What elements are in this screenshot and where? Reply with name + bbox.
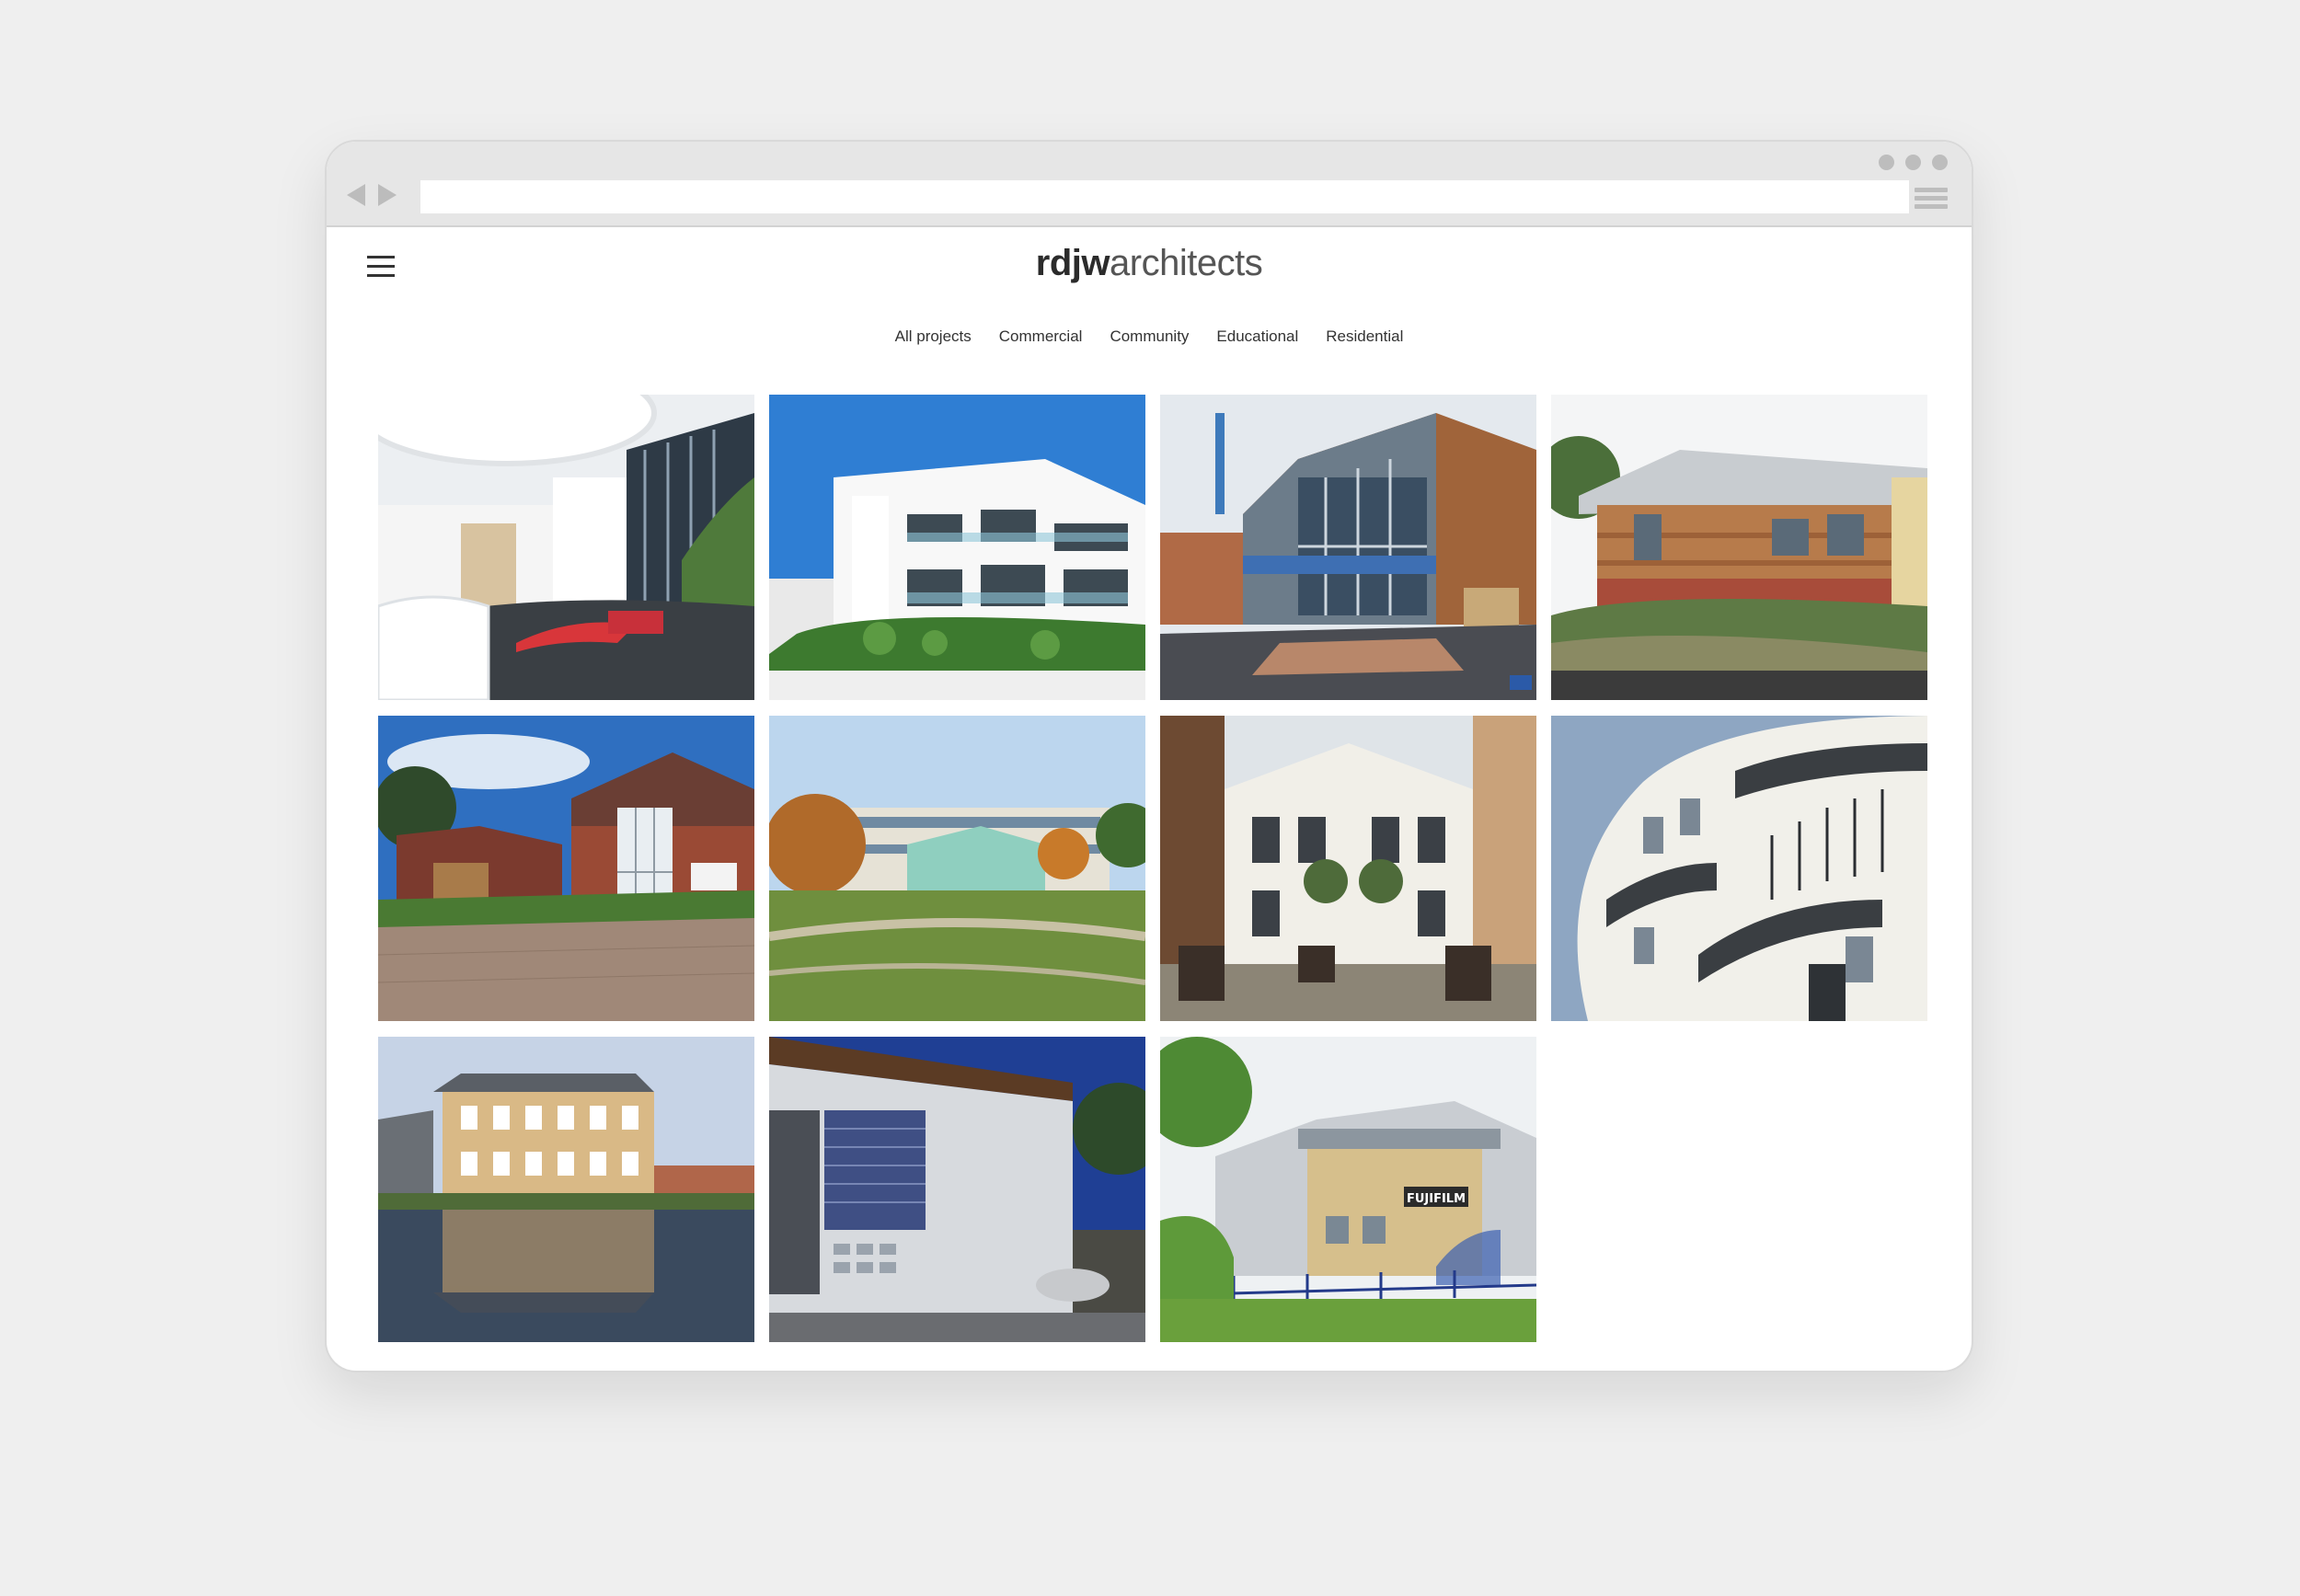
fujifilm-sign-text: FUJIFILM (1407, 1192, 1466, 1206)
white-apartments-image (769, 395, 1145, 700)
back-arrow-icon[interactable] (347, 184, 365, 206)
browser-chrome (327, 142, 1972, 227)
filter-educational[interactable]: Educational (1216, 327, 1298, 346)
nav-arrows (347, 184, 397, 206)
community-centre-image (1160, 395, 1536, 700)
filter-residential[interactable]: Residential (1326, 327, 1403, 346)
project-tile-white-apartments[interactable] (769, 395, 1145, 700)
project-tile-fujifilm-building[interactable]: FUJIFILM (1160, 1037, 1536, 1342)
project-tile-school-park[interactable] (769, 716, 1145, 1021)
project-grid: FUJIFILM (378, 395, 1927, 1342)
project-tile-timber-building[interactable] (1551, 395, 1927, 700)
project-filters: All projects Commercial Community Educat… (327, 327, 1972, 346)
courtyard-facade-image (1160, 716, 1536, 1021)
interior-lobby-image (378, 395, 754, 700)
browser-window: rdjwarchitects All projects Commercial C… (325, 140, 1973, 1372)
project-tile-industrial-unit[interactable] (769, 1037, 1145, 1342)
window-controls (1879, 155, 1948, 170)
address-bar[interactable] (420, 180, 1909, 213)
filter-commercial[interactable]: Commercial (999, 327, 1083, 346)
filter-all-projects[interactable]: All projects (895, 327, 972, 346)
filter-community[interactable]: Community (1110, 327, 1189, 346)
window-dot-icon[interactable] (1879, 155, 1894, 170)
browser-menu-icon[interactable] (1915, 188, 1948, 212)
project-tile-curved-terrace[interactable] (1551, 716, 1927, 1021)
curved-terrace-image (1551, 716, 1927, 1021)
timber-building-image (1551, 395, 1927, 700)
window-dot-icon[interactable] (1932, 155, 1948, 170)
riverside-office-image (378, 1037, 754, 1342)
fujifilm-building-image: FUJIFILM (1160, 1037, 1536, 1342)
school-park-image (769, 716, 1145, 1021)
site-logo[interactable]: rdjwarchitects (327, 243, 1972, 284)
logo-bold-text: rdjw (1035, 243, 1110, 283)
project-tile-courtyard-facade[interactable] (1160, 716, 1536, 1021)
project-tile-community-centre[interactable] (1160, 395, 1536, 700)
logo-light-text: architects (1110, 243, 1263, 283)
window-dot-icon[interactable] (1905, 155, 1921, 170)
industrial-unit-image (769, 1037, 1145, 1342)
project-tile-interior-lobby[interactable] (378, 395, 754, 700)
project-tile-riverside-office[interactable] (378, 1037, 754, 1342)
project-tile-brick-house[interactable] (378, 716, 754, 1021)
forward-arrow-icon[interactable] (378, 184, 397, 206)
brick-house-image (378, 716, 754, 1021)
